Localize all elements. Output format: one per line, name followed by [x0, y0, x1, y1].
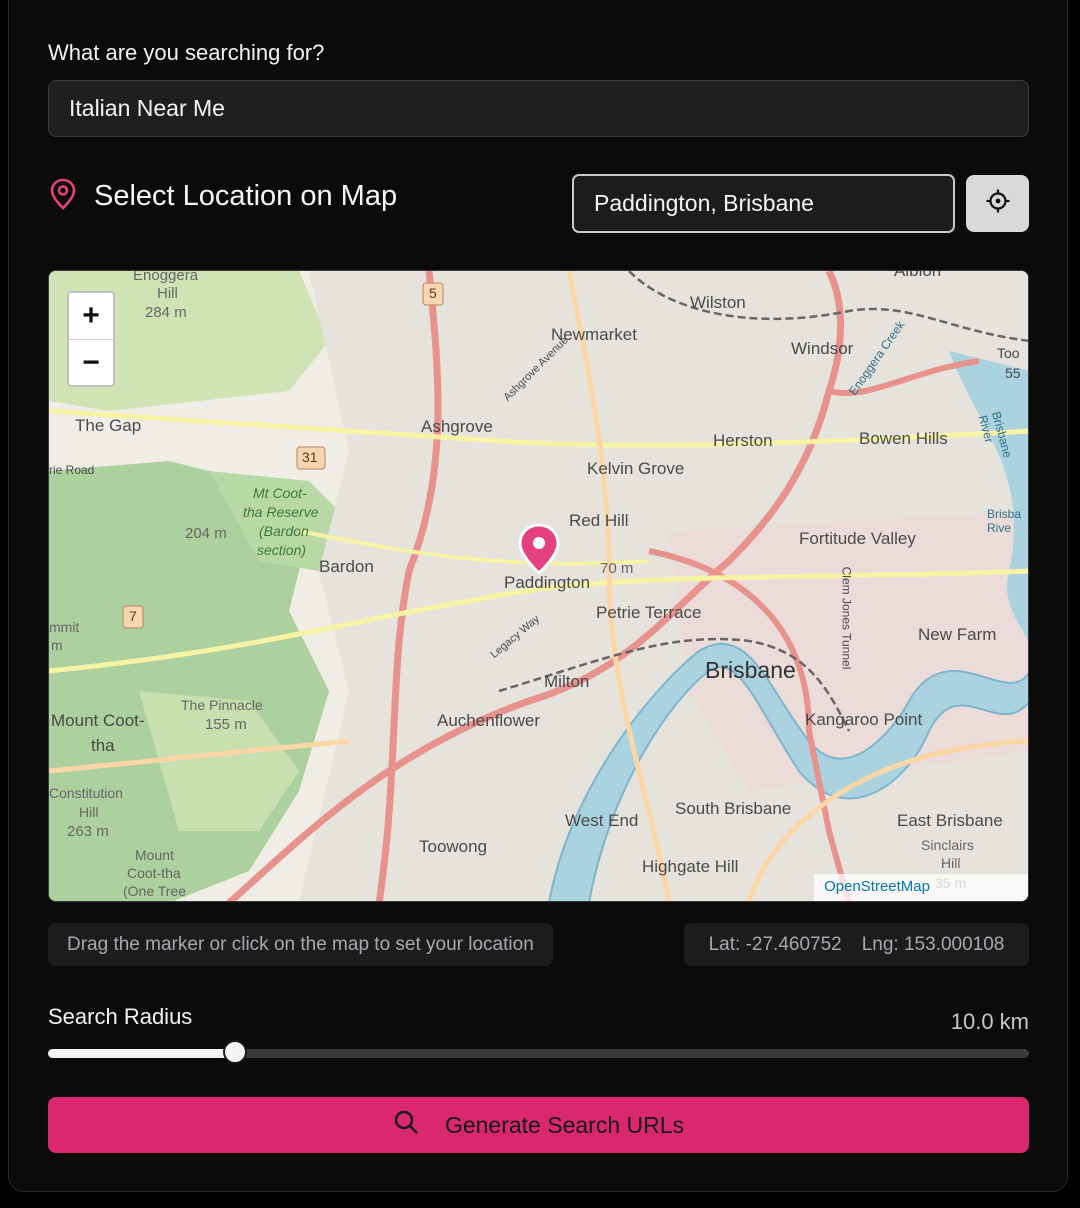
location-header: Select Location on Map [48, 178, 397, 215]
generate-button-label: Generate Search URLs [444, 1111, 685, 1138]
map-hint: Drag the marker or click on the map to s… [48, 923, 553, 966]
location-marker[interactable] [517, 523, 561, 575]
latitude-value: Lat: -27.460752 [708, 933, 842, 955]
map-tiles [49, 271, 1028, 901]
map-attribution-link[interactable]: OpenStreetMap [814, 874, 1028, 901]
zoom-out-button[interactable]: − [69, 340, 113, 386]
search-icon [393, 1109, 419, 1141]
search-radius-label: Search Radius [48, 1004, 193, 1029]
zoom-in-button[interactable]: + [69, 293, 113, 340]
generate-search-urls-button[interactable]: Generate Search URLs [48, 1097, 1029, 1153]
use-my-location-button[interactable] [966, 175, 1029, 232]
search-query-label: What are you searching for? [48, 40, 325, 65]
map-view[interactable]: 5 31 7 Enoggera Hill 284 m Albion Wilsto… [48, 270, 1029, 902]
search-query-input[interactable] [48, 80, 1029, 137]
crosshair-icon [985, 188, 1011, 219]
zoom-controls: + − [67, 291, 115, 387]
location-search-input[interactable] [572, 174, 955, 233]
search-radius-slider[interactable] [48, 1040, 1029, 1064]
map-marker-icon [518, 523, 560, 575]
longitude-value: Lng: 153.000108 [861, 933, 1005, 955]
location-title: Select Location on Map [94, 180, 398, 212]
map-pin-icon [48, 178, 78, 215]
slider-fill [48, 1049, 236, 1058]
search-radius-value: 10.0 km [950, 1009, 1029, 1034]
coordinates-display: Lat: -27.460752 Lng: 153.000108 [684, 923, 1029, 966]
